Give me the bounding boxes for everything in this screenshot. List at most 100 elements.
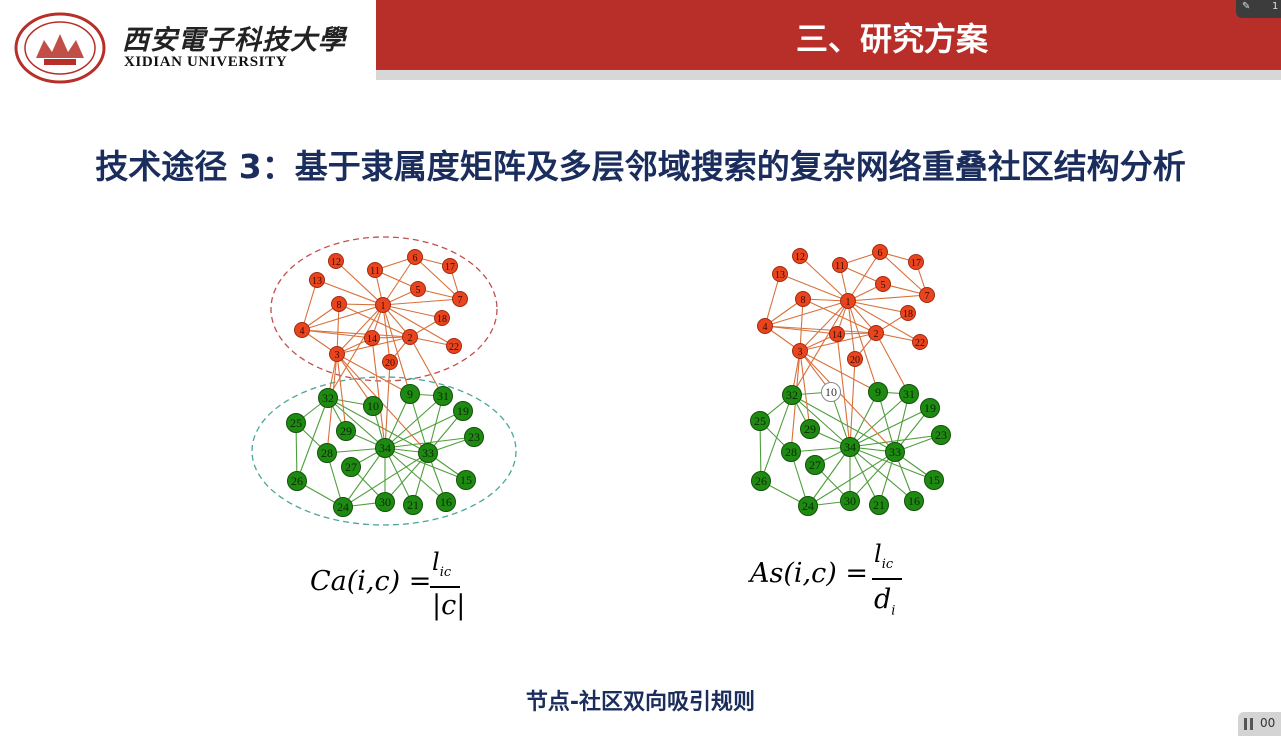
formula-ca-numerator: lic	[432, 548, 452, 580]
header-bar: 西安電子科技大學 XIDIAN UNIVERSITY 三、研究方案 ✎ 1	[0, 0, 1281, 84]
network-edge	[384, 361, 391, 449]
node-label: 24	[337, 500, 349, 514]
node-label: 9	[875, 385, 881, 399]
node-label: 29	[340, 424, 352, 438]
pause-icon	[1244, 718, 1254, 730]
network-edge	[336, 353, 411, 395]
network-node: 30	[840, 491, 860, 511]
network-node: 5	[875, 276, 891, 292]
node-label: 10	[825, 385, 837, 399]
network-edge	[316, 279, 384, 306]
network-edge	[382, 304, 391, 363]
network-node: 33	[885, 442, 905, 462]
formula-ca-denominator: |c|	[432, 590, 466, 621]
network-node: 17	[908, 254, 924, 270]
node-label: 16	[908, 494, 920, 508]
node-label: 25	[290, 416, 302, 430]
node-label: 20	[385, 358, 395, 369]
node-label: 26	[755, 474, 767, 488]
pen-icon[interactable]: ✎	[1242, 1, 1250, 12]
page-counter: 1	[1272, 1, 1279, 12]
node-label: 9	[407, 387, 413, 401]
network-node: 15	[924, 470, 944, 490]
node-label: 19	[457, 404, 469, 418]
network-edge	[779, 273, 849, 302]
node-label: 17	[445, 262, 455, 273]
node-label: 27	[345, 460, 357, 474]
network-edge	[764, 273, 781, 327]
network-node: 14	[829, 326, 845, 342]
network-node: 22	[912, 334, 928, 350]
network-node: 3	[329, 346, 345, 362]
network-edge	[384, 410, 464, 449]
section-title: 三、研究方案	[796, 20, 989, 58]
university-name-cn: 西安電子科技大學	[122, 25, 346, 56]
university-seal-icon	[14, 12, 106, 84]
node-label: 26	[291, 474, 303, 488]
network-node: 13	[772, 266, 788, 282]
node-label: 18	[903, 309, 913, 320]
node-label: 1	[381, 301, 386, 312]
network-node: 21	[403, 495, 423, 515]
node-label: 32	[322, 391, 334, 405]
network-diagram-right: 1234567811121314171820229151619212324252…	[750, 244, 951, 516]
network-node: 22	[446, 338, 462, 354]
slide-title: 技术途径 3：基于隶属度矩阵及多层邻域搜索的复杂网络重叠社区结构分析	[95, 147, 1186, 186]
formula-ca: Ca(i,c) = lic |c|	[310, 548, 470, 632]
node-label: 1	[846, 297, 851, 308]
network-edge	[849, 358, 856, 448]
network-node: 32	[782, 385, 802, 405]
network-node: 7	[919, 287, 935, 303]
network-node: 14	[364, 330, 380, 346]
network-edge	[371, 337, 386, 449]
node-label: 14	[367, 334, 377, 345]
node-label: 15	[928, 473, 940, 487]
node-label: 24	[802, 499, 814, 513]
network-node: 2	[868, 325, 884, 341]
network-node: 6	[872, 244, 888, 260]
network-node: 20	[847, 351, 863, 367]
node-label: 32	[786, 388, 798, 402]
network-node: 16	[436, 492, 456, 512]
university-name-en: XIDIAN UNIVERSITY	[124, 54, 288, 70]
node-label: 6	[878, 248, 883, 259]
node-label: 33	[422, 446, 434, 460]
network-node: 4	[294, 322, 310, 338]
pause-control[interactable]: 00	[1238, 712, 1281, 736]
node-label: 13	[775, 270, 785, 281]
node-label: 2	[874, 329, 879, 340]
node-label: 22	[915, 338, 925, 349]
node-label: 28	[321, 446, 333, 460]
network-node: 30	[375, 492, 395, 512]
network-node: 28	[317, 443, 337, 463]
network-node: 31	[899, 384, 919, 404]
network-node: 29	[336, 421, 356, 441]
node-label: 12	[331, 257, 341, 268]
network-node: 24	[798, 496, 818, 516]
network-node: 1	[375, 297, 391, 313]
node-label: 14	[832, 330, 842, 341]
node-label: 34	[379, 441, 391, 455]
network-edge	[849, 407, 931, 448]
network-node: 26	[751, 471, 771, 491]
node-label: 8	[337, 300, 342, 311]
network-node: 15	[456, 470, 476, 490]
network-node: 5	[410, 281, 426, 297]
node-label: 25	[754, 414, 766, 428]
node-label: 28	[785, 445, 797, 459]
node-label: 23	[935, 428, 947, 442]
network-node: 4	[757, 318, 773, 334]
node-label: 33	[889, 445, 901, 459]
node-label: 18	[437, 314, 447, 325]
network-node: 25	[750, 411, 770, 431]
node-label: 31	[903, 387, 915, 401]
network-node: 9	[868, 382, 888, 402]
node-label: 5	[416, 285, 421, 296]
network-node: 18	[434, 310, 450, 326]
node-label: 31	[437, 389, 449, 403]
node-label: 11	[835, 261, 845, 272]
window-control[interactable]: ✎ 1	[1236, 0, 1281, 18]
formula-as-denominator: di	[874, 584, 896, 619]
network-node: 2	[402, 329, 418, 345]
network-node: 25	[286, 413, 306, 433]
